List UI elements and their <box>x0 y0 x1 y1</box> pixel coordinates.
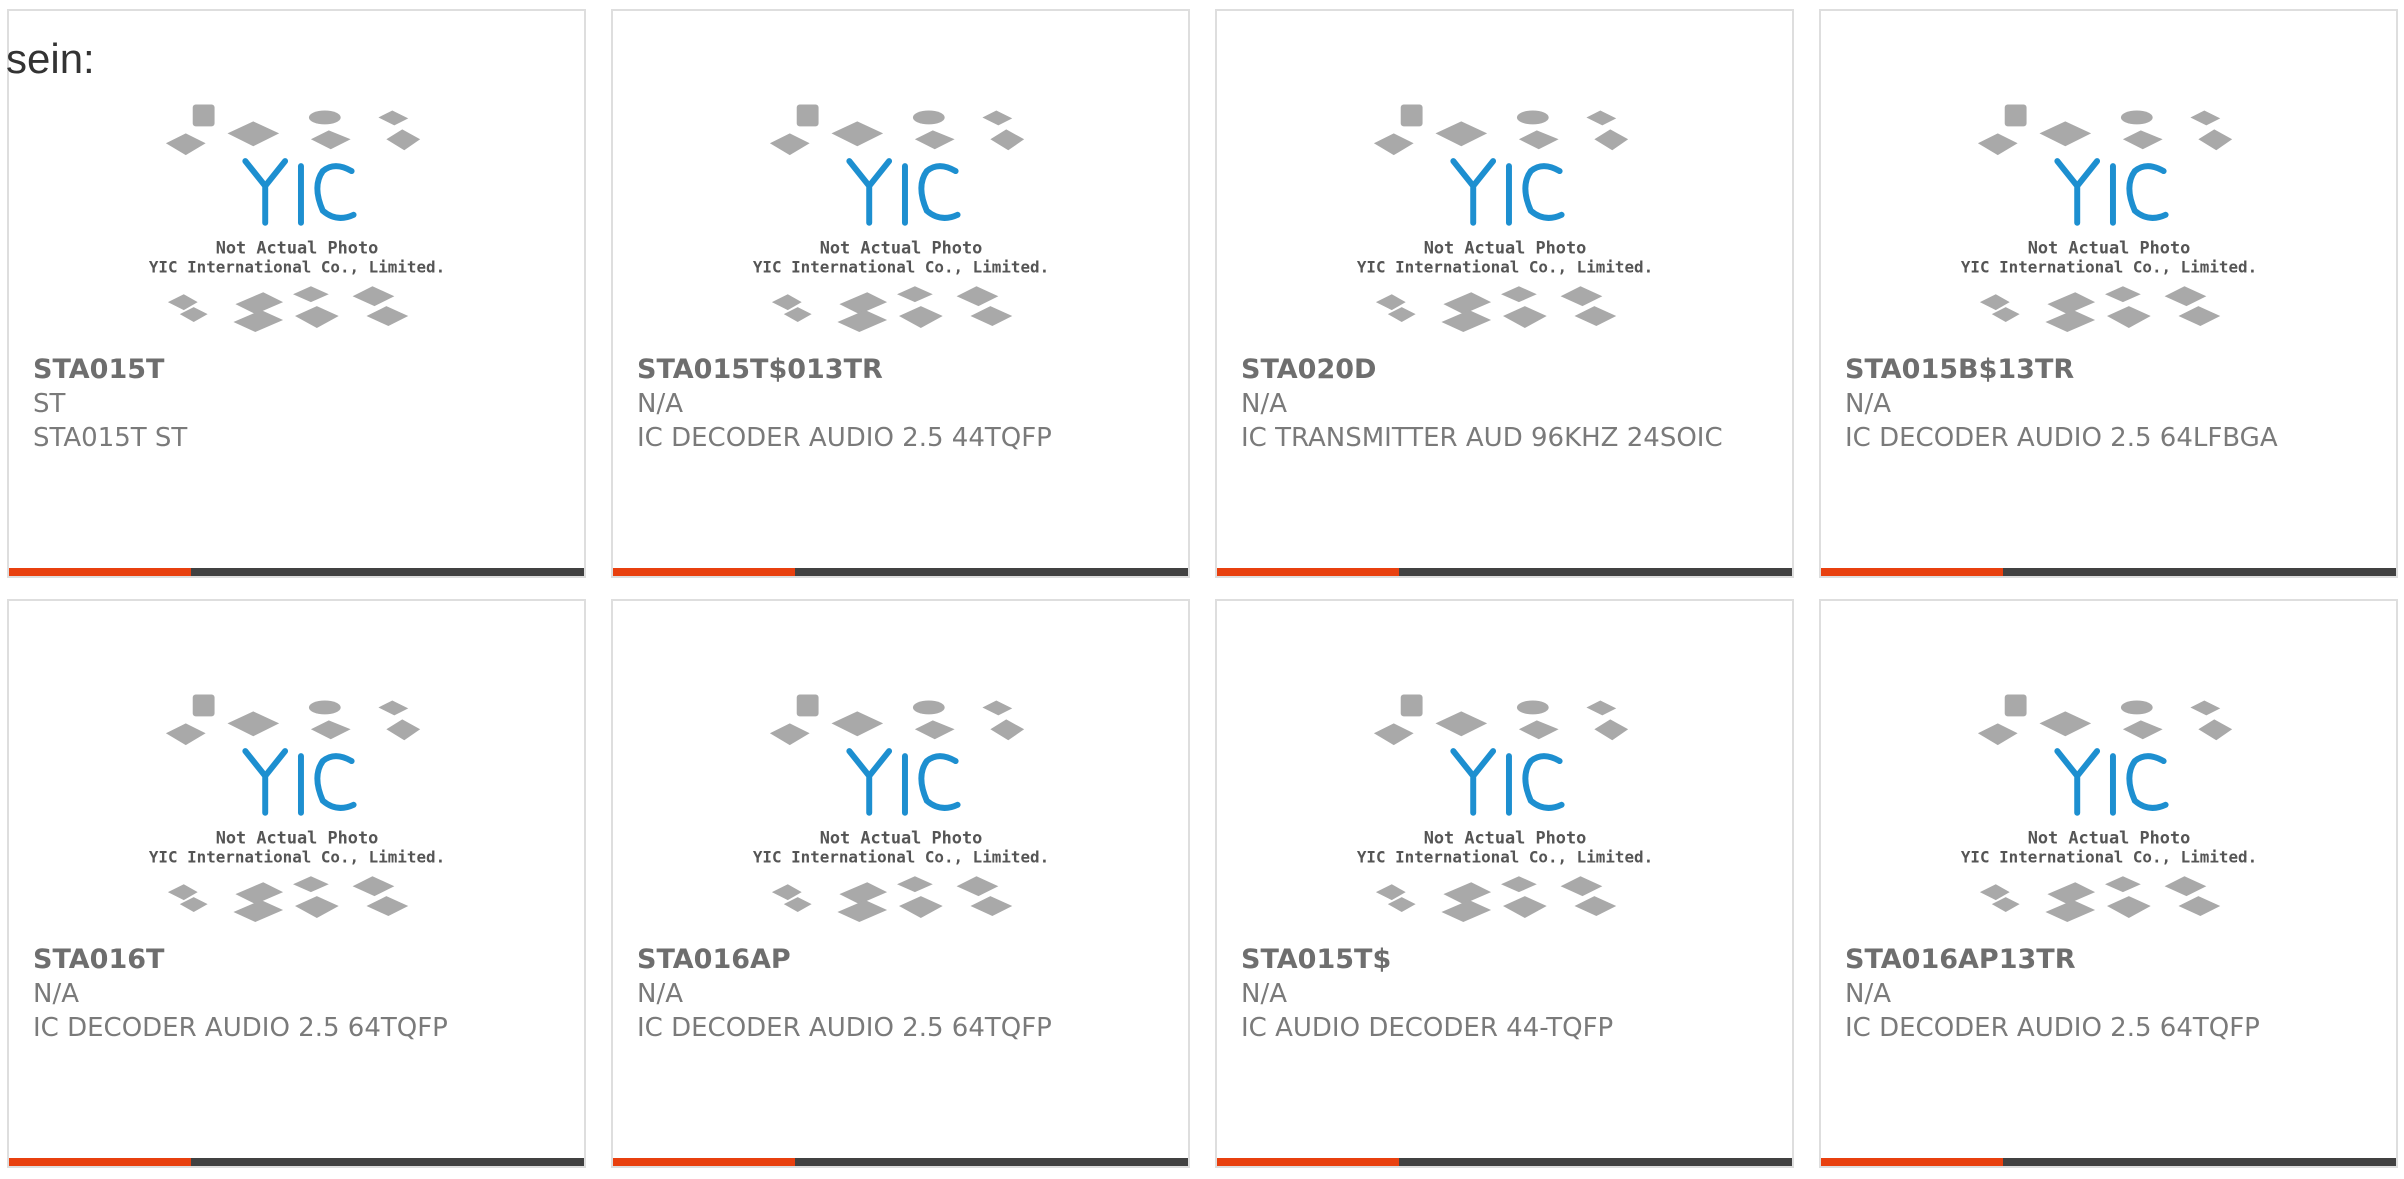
product-grid: Not Actual Photo YIC International Co., … <box>7 9 2399 1168</box>
product-image: Not Actual Photo YIC International Co., … <box>9 601 584 941</box>
chip-placeholder-icon: Not Actual Photo YIC International Co., … <box>149 104 445 332</box>
part-number[interactable]: STA016AP13TR <box>1845 943 2372 977</box>
product-card[interactable]: Not Actual Photo YIC International Co., … <box>7 599 586 1168</box>
card-accent-bar <box>1217 1158 1792 1166</box>
part-number[interactable]: STA015T <box>33 353 560 387</box>
product-image: Not Actual Photo YIC International Co., … <box>1821 11 2396 351</box>
product-image: Not Actual Photo YIC International Co., … <box>1217 11 1792 351</box>
product-image: Not Actual Photo YIC International Co., … <box>9 11 584 351</box>
manufacturer: N/A <box>637 979 683 1009</box>
svg-text:YIC International Co., Limited: YIC International Co., Limited. <box>149 847 445 866</box>
card-accent-bar <box>1217 568 1792 576</box>
product-card[interactable]: Not Actual Photo YIC International Co., … <box>1819 599 2398 1168</box>
manufacturer: ST <box>33 389 66 419</box>
card-accent-bar <box>9 1158 584 1166</box>
description: IC AUDIO DECODER 44-TQFP <box>1241 1013 1614 1043</box>
svg-text:YIC International Co., Limited: YIC International Co., Limited. <box>1961 257 2257 276</box>
manufacturer: N/A <box>1241 979 1287 1009</box>
description: IC DECODER AUDIO 2.5 64TQFP <box>1845 1013 2260 1043</box>
svg-text:YIC International Co., Limited: YIC International Co., Limited. <box>1357 847 1653 866</box>
card-accent-bar <box>613 568 1188 576</box>
part-number[interactable]: STA020D <box>1241 353 1768 387</box>
product-card[interactable]: Not Actual Photo YIC International Co., … <box>611 9 1190 578</box>
product-card[interactable]: Not Actual Photo YIC International Co., … <box>1819 9 2398 578</box>
manufacturer: N/A <box>637 389 683 419</box>
product-image: Not Actual Photo YIC International Co., … <box>613 11 1188 351</box>
card-accent-bar <box>1821 1158 2396 1166</box>
card-accent-bar <box>613 1158 1188 1166</box>
manufacturer: N/A <box>33 979 79 1009</box>
svg-text:Not Actual Photo: Not Actual Photo <box>1424 237 1587 257</box>
intro-text: sein: <box>6 35 95 82</box>
product-image: Not Actual Photo YIC International Co., … <box>1821 601 2396 941</box>
chip-placeholder-icon: Not Actual Photo YIC International Co., … <box>1357 104 1653 332</box>
svg-text:Not Actual Photo: Not Actual Photo <box>2028 237 2191 257</box>
svg-text:Not Actual Photo: Not Actual Photo <box>820 827 983 847</box>
part-number[interactable]: STA015B$13TR <box>1845 353 2372 387</box>
chip-placeholder-icon: Not Actual Photo YIC International Co., … <box>753 694 1049 922</box>
svg-text:YIC International Co., Limited: YIC International Co., Limited. <box>1357 257 1653 276</box>
chip-placeholder-icon: Not Actual Photo YIC International Co., … <box>1961 694 2257 922</box>
description: IC TRANSMITTER AUD 96KHZ 24SOIC <box>1241 423 1723 453</box>
product-card[interactable]: Not Actual Photo YIC International Co., … <box>1215 9 1794 578</box>
svg-text:YIC International Co., Limited: YIC International Co., Limited. <box>753 257 1049 276</box>
description: IC DECODER AUDIO 2.5 64TQFP <box>33 1013 448 1043</box>
card-accent-bar <box>9 568 584 576</box>
part-number[interactable]: STA016AP <box>637 943 1164 977</box>
description: IC DECODER AUDIO 2.5 64LFBGA <box>1845 423 2278 453</box>
part-number[interactable]: STA016T <box>33 943 560 977</box>
chip-placeholder-icon: Not Actual Photo YIC International Co., … <box>1357 694 1653 922</box>
manufacturer: N/A <box>1845 389 1891 419</box>
svg-text:Not Actual Photo: Not Actual Photo <box>2028 827 2191 847</box>
chip-placeholder-icon: Not Actual Photo YIC International Co., … <box>1961 104 2257 332</box>
product-card[interactable]: Not Actual Photo YIC International Co., … <box>7 9 586 578</box>
part-number[interactable]: STA015T$013TR <box>637 353 1164 387</box>
chip-placeholder-icon: Not Actual Photo YIC International Co., … <box>149 694 445 922</box>
description: STA015T ST <box>33 423 188 453</box>
product-image: Not Actual Photo YIC International Co., … <box>1217 601 1792 941</box>
part-number[interactable]: STA015T$ <box>1241 943 1768 977</box>
manufacturer: N/A <box>1241 389 1287 419</box>
description: IC DECODER AUDIO 2.5 44TQFP <box>637 423 1052 453</box>
svg-text:Not Actual Photo: Not Actual Photo <box>216 237 379 257</box>
product-image: Not Actual Photo YIC International Co., … <box>613 601 1188 941</box>
svg-text:Not Actual Photo: Not Actual Photo <box>216 827 379 847</box>
svg-text:YIC International Co., Limited: YIC International Co., Limited. <box>1961 847 2257 866</box>
card-accent-bar <box>1821 568 2396 576</box>
svg-text:YIC International Co., Limited: YIC International Co., Limited. <box>149 257 445 276</box>
chip-placeholder-icon: Not Actual Photo YIC International Co., … <box>753 104 1049 332</box>
description: IC DECODER AUDIO 2.5 64TQFP <box>637 1013 1052 1043</box>
svg-text:Not Actual Photo: Not Actual Photo <box>1424 827 1587 847</box>
manufacturer: N/A <box>1845 979 1891 1009</box>
svg-text:Not Actual Photo: Not Actual Photo <box>820 237 983 257</box>
product-card[interactable]: Not Actual Photo YIC International Co., … <box>1215 599 1794 1168</box>
product-card[interactable]: Not Actual Photo YIC International Co., … <box>611 599 1190 1168</box>
svg-text:YIC International Co., Limited: YIC International Co., Limited. <box>753 847 1049 866</box>
